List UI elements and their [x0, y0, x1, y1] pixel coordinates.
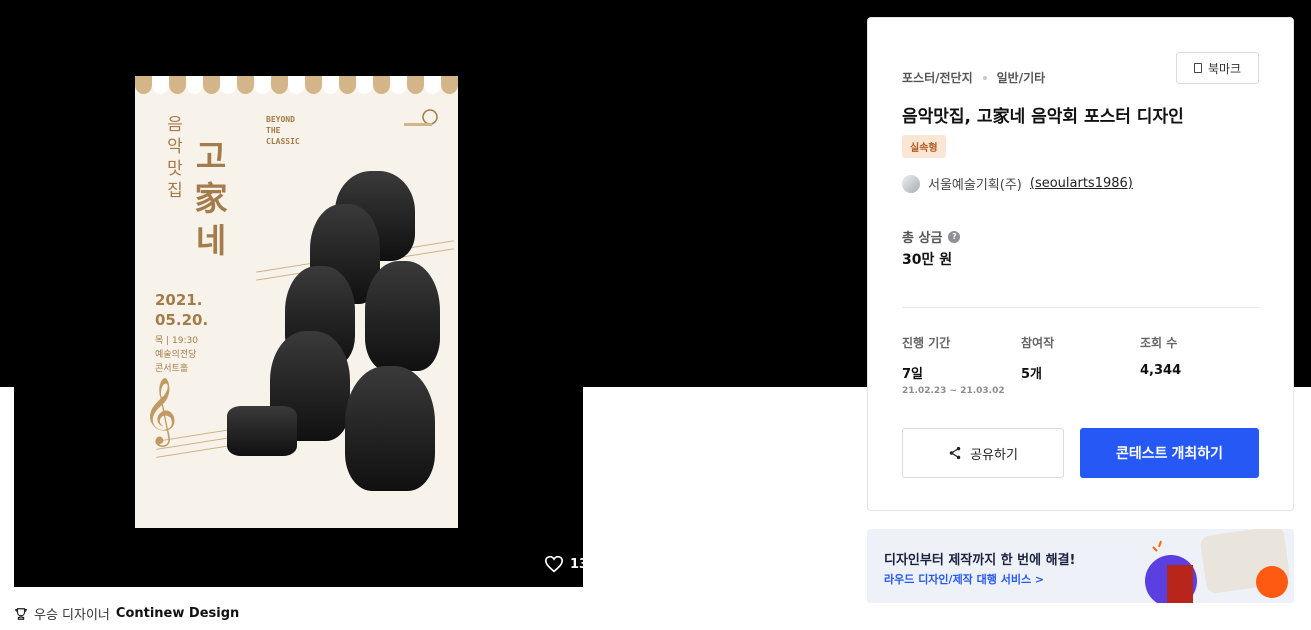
poster-subtitle: BEYOND THE CLASSIC — [266, 115, 300, 146]
breadcrumb-category[interactable]: 포스터/전단지 — [902, 69, 973, 86]
award-label: 우승 디자이너 — [34, 608, 110, 623]
promo-banner[interactable]: 디자인부터 제작까지 한 번에 해결! 라우드 디자인/제작 대행 서비스 > — [867, 529, 1294, 603]
poster-performer-photo — [227, 406, 297, 456]
poster-title-large: 고家네 — [194, 137, 228, 260]
stat-value: 7일 — [902, 367, 924, 382]
share-button[interactable]: 공유하기 — [902, 428, 1064, 478]
designer-name[interactable]: Continew Design — [116, 606, 239, 621]
host-id-link[interactable]: (seoularts1986) — [1030, 176, 1133, 191]
bookmark-button[interactable]: 북마크 — [1176, 52, 1259, 84]
plan-badge: 실속형 — [902, 135, 946, 158]
stat-entries: 참여작 5개 — [1021, 334, 1054, 382]
poster-date: 2021. 05.20. — [155, 291, 209, 329]
trophy-icon — [15, 607, 27, 620]
stat-views: 조회 수 4,344 — [1140, 334, 1181, 378]
winner-designer: 우승 디자이너 Continew Design — [14, 604, 239, 623]
poster-image[interactable]: 음악맛집 고家네 BEYOND THE CLASSIC 2021. 05.20.… — [135, 76, 458, 528]
poster-performer-photo — [365, 261, 440, 371]
heart-icon — [544, 555, 564, 573]
host-contest-button[interactable]: 콘테스트 개최하기 — [1080, 428, 1259, 478]
stat-label: 조회 수 — [1140, 336, 1178, 350]
stat-label: 참여작 — [1021, 336, 1055, 350]
host-info[interactable]: 서울예술기획(주) (seoularts1986) — [902, 174, 1133, 193]
poster-venue: 목 | 19:30 예술의전당 콘서트홀 — [155, 336, 198, 374]
promo-link[interactable]: 라우드 디자인/제작 대행 서비스 > — [884, 571, 1044, 587]
floating-action-button[interactable] — [1256, 566, 1288, 598]
poster-seal-icon — [404, 109, 438, 126]
share-icon — [949, 446, 961, 460]
contest-title: 음악맛집, 고家네 음악회 포스터 디자인 — [902, 107, 1184, 127]
host-avatar — [902, 174, 920, 193]
like-count: 13 — [570, 556, 589, 572]
share-label: 공유하기 — [970, 446, 1018, 462]
poster-title-small: 음악맛집 — [167, 115, 183, 201]
help-icon[interactable]: ? — [948, 230, 961, 243]
stat-label: 진행 기간 — [902, 336, 951, 350]
contest-info-card: 포스터/전단지 일반/기타 북마크 음악맛집, 고家네 음악회 포스터 디자인 … — [867, 17, 1294, 511]
prize-label-text: 총 상금 — [902, 231, 943, 246]
stat-date-range: 21.02.23 ~ 21.03.02 — [902, 386, 1005, 396]
divider — [902, 307, 1259, 308]
poster-performer-photo — [345, 366, 435, 491]
prize-value: 30만 원 — [902, 252, 953, 268]
stat-value: 4,344 — [1140, 363, 1182, 378]
bookmark-label: 북마크 — [1207, 61, 1242, 76]
breadcrumb-separator — [982, 75, 987, 80]
prize-label: 총 상금 ? — [902, 227, 961, 246]
poster-viewer[interactable]: 음악맛집 고家네 BEYOND THE CLASSIC 2021. 05.20.… — [14, 0, 588, 587]
treble-clef-icon: 𝄞 — [143, 376, 178, 444]
like-counter[interactable]: 13 — [544, 555, 588, 573]
host-name: 서울예술기획(주) — [928, 178, 1022, 193]
stat-value: 5개 — [1021, 367, 1043, 382]
promo-title: 디자인부터 제작까지 한 번에 해결! — [884, 553, 1076, 568]
bookmark-icon — [1193, 63, 1202, 73]
breadcrumb-subcategory[interactable]: 일반/기타 — [997, 69, 1046, 86]
stat-duration: 진행 기간 7일 21.02.23 ~ 21.03.02 — [902, 334, 1005, 396]
breadcrumb: 포스터/전단지 일반/기타 — [902, 69, 1045, 86]
poster-scallop-border — [135, 76, 458, 94]
